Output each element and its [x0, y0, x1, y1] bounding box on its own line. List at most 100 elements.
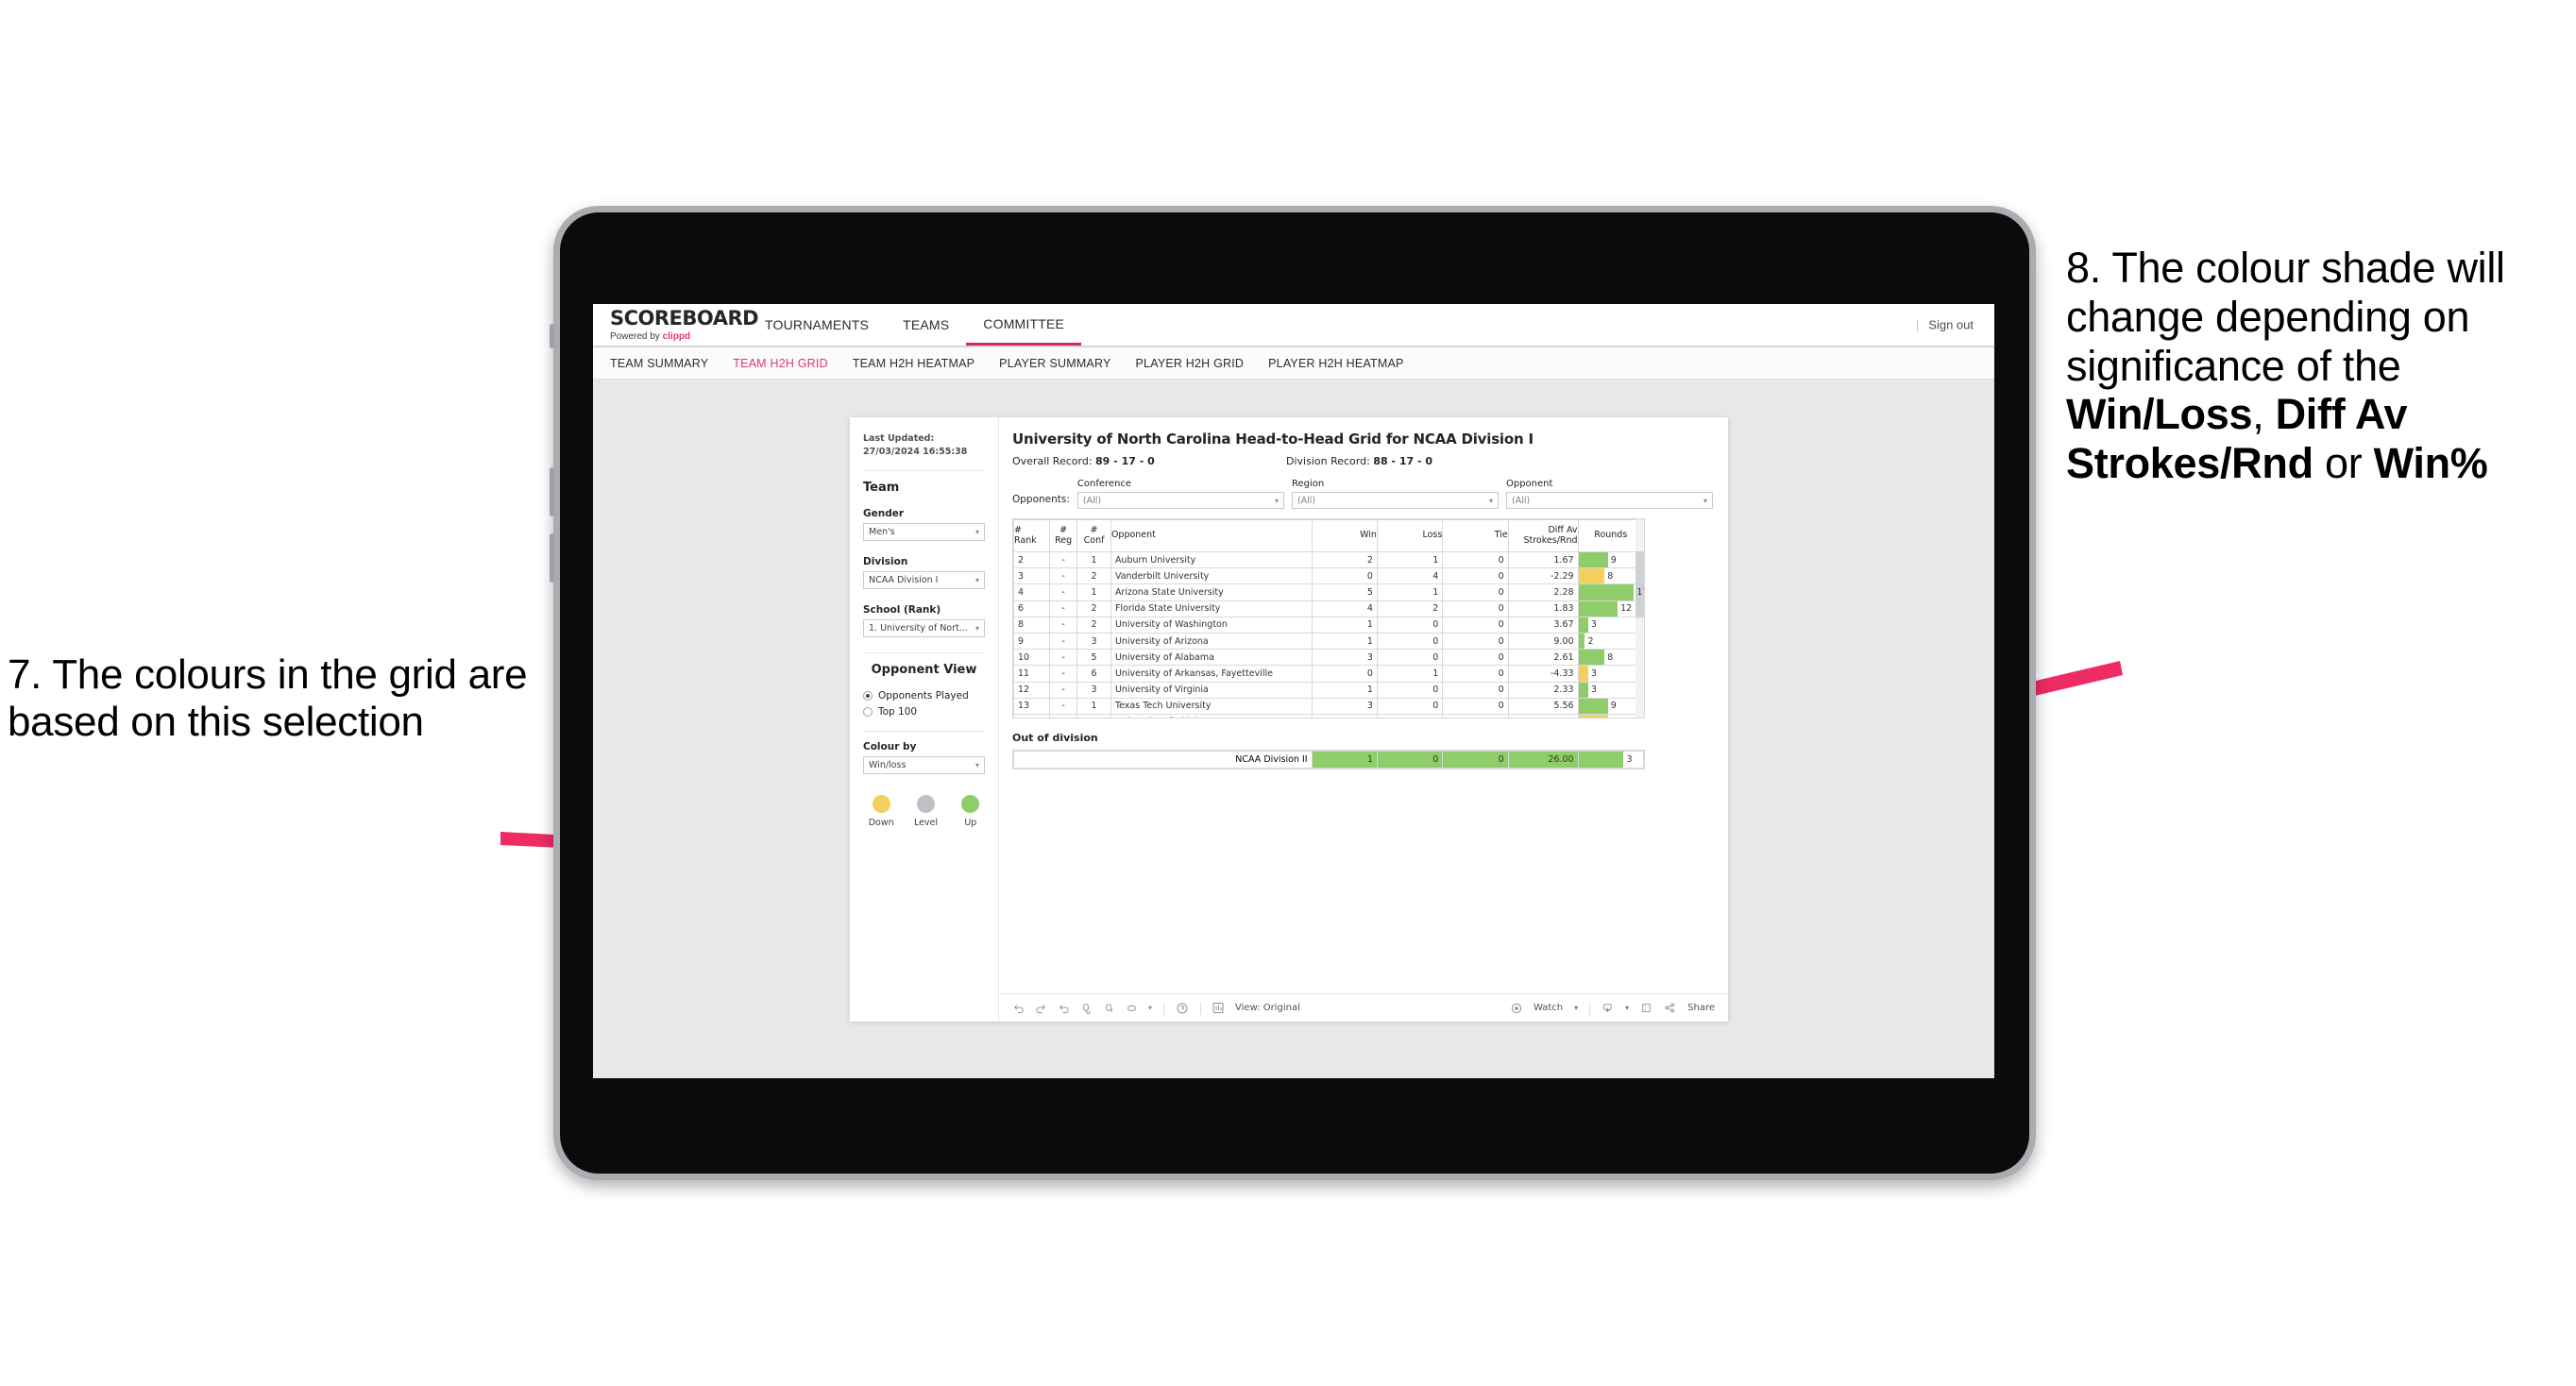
- legend-dot-level-icon: [916, 794, 935, 813]
- rounds-bar: [1578, 584, 1635, 600]
- subnav-item-team-h2h-heatmap[interactable]: TEAM H2H HEATMAP: [853, 357, 974, 370]
- division-record-value: 88 - 17 - 0: [1373, 455, 1433, 467]
- topnav-item-teams[interactable]: TEAMS: [886, 304, 966, 346]
- legend-dot-down-icon: [872, 794, 890, 813]
- dropdown-caret-icon[interactable]: ▾: [1148, 1004, 1152, 1012]
- view-icon[interactable]: [1212, 1002, 1224, 1014]
- subnav-item-team-h2h-grid[interactable]: TEAM H2H GRID: [733, 357, 828, 370]
- table-row[interactable]: 4-1Arizona State University5102.2817: [1013, 583, 1644, 601]
- share-label[interactable]: Share: [1687, 1003, 1715, 1013]
- cell-rounds: 8: [1577, 567, 1644, 585]
- table-row[interactable]: 11-6 University of Arkansas, Fayetteville…: [1013, 665, 1644, 683]
- watch-label[interactable]: Watch: [1534, 1003, 1563, 1013]
- toolbar-divider: [1589, 1001, 1591, 1015]
- cell-loss: 0: [1376, 616, 1444, 634]
- cell-conf: 1: [1076, 583, 1111, 601]
- rounds-bar: [1578, 600, 1618, 617]
- annotation-right-bold-winpct: Win%: [2373, 439, 2488, 487]
- rounds-bar-cell: 17: [1578, 584, 1644, 600]
- refresh-icon[interactable]: [1080, 1002, 1093, 1014]
- chevron-down-icon: ▾: [974, 527, 979, 536]
- cell-loss: 2: [1376, 600, 1444, 617]
- subnav-item-team-summary[interactable]: TEAM SUMMARY: [610, 357, 708, 370]
- subnav-item-player-h2h-heatmap[interactable]: PLAYER H2H HEATMAP: [1268, 357, 1403, 370]
- radio-opponents-played[interactable]: Opponents Played: [863, 690, 985, 701]
- table-scrollbar-thumb[interactable]: [1635, 551, 1644, 617]
- watch-caret-icon[interactable]: ▾: [1574, 1004, 1578, 1012]
- chevron-down-icon: ▾: [1488, 496, 1493, 505]
- topnav-item-tournaments[interactable]: TOURNAMENTS: [748, 304, 886, 346]
- main-panel: University of North Carolina Head-to-Hea…: [999, 417, 1728, 1022]
- chevron-down-icon: ▾: [1703, 496, 1708, 505]
- share-icon[interactable]: [1664, 1002, 1676, 1014]
- table-row[interactable]: 14-2University of Oklahoma120-1.009: [1013, 713, 1644, 718]
- rounds-bar-cell: 9: [1578, 552, 1643, 568]
- table-row[interactable]: 8-2 University of Washington 1 0 0 3.67 3: [1013, 616, 1644, 634]
- table-row[interactable]: 3-2 Vanderbilt University 0 4 0 -2.29 8: [1013, 567, 1644, 585]
- out-of-division-row[interactable]: NCAA Division II 1 0 0 26.00 3: [1013, 751, 1645, 769]
- table-row[interactable]: 10-5 University of Alabama 3 0 0 2.61 8: [1013, 649, 1644, 667]
- screenshot-stage: 7. The colours in the grid are based on …: [0, 0, 2576, 1386]
- rounds-bar-cell: 12: [1578, 600, 1643, 617]
- download-icon[interactable]: [1602, 1002, 1614, 1014]
- sign-out-area: | Sign out: [1916, 318, 1974, 332]
- radio-label-opponents-played: Opponents Played: [878, 689, 969, 701]
- rounds-value: 9: [1610, 554, 1617, 566]
- cell-diff-av-strokes: 1.67: [1507, 550, 1579, 569]
- topnav-item-committee[interactable]: COMMITTEE: [966, 304, 1082, 346]
- revert-icon[interactable]: [1058, 1002, 1070, 1014]
- colour-by-select[interactable]: Win/loss ▾: [863, 755, 985, 774]
- annotation-right-bold-winloss: Win/Loss: [2066, 390, 2253, 439]
- cell-rounds: 3: [1577, 616, 1644, 634]
- conference-filter-select[interactable]: (All) ▾: [1076, 492, 1284, 509]
- table-row[interactable]: 13-1 Texas Tech University 3 0 0 5.56 9: [1013, 697, 1644, 715]
- app-screen: SCOREBOARD Powered by clippd TOURNAMENTS…: [593, 304, 1994, 1078]
- region-filter-select[interactable]: (All) ▾: [1291, 492, 1499, 509]
- watch-icon[interactable]: [1511, 1003, 1522, 1014]
- radio-top-100[interactable]: Top 100: [863, 706, 985, 718]
- col-header-reg: # Reg: [1049, 519, 1078, 552]
- cell-diff-av-strokes: 2.61: [1507, 649, 1579, 667]
- undo-icon[interactable]: [1012, 1002, 1025, 1014]
- view-label[interactable]: View: Original: [1235, 1003, 1300, 1013]
- school-select[interactable]: 1. University of Nort... ▾: [863, 618, 985, 637]
- rounds-value: 9: [1610, 701, 1617, 712]
- download-caret-icon[interactable]: ▾: [1625, 1004, 1629, 1012]
- subnav-item-player-h2h-grid[interactable]: PLAYER H2H GRID: [1136, 357, 1245, 370]
- cell-out-opponent: NCAA Division II: [1013, 751, 1313, 769]
- division-select[interactable]: NCAA Division I ▾: [863, 570, 985, 589]
- table-row[interactable]: 6-2 Florida State University 4 2 0 1.83 12: [1013, 600, 1644, 617]
- cell-tie: 0: [1442, 600, 1509, 617]
- out-of-division-body: NCAA Division II 1 0 0 26.00 3: [1013, 751, 1645, 769]
- opponent-filter-select[interactable]: (All) ▾: [1505, 492, 1714, 509]
- fullscreen-icon[interactable]: [1640, 1002, 1652, 1014]
- brand-logo[interactable]: SCOREBOARD Powered by clippd: [593, 308, 759, 342]
- cell-tie: 0: [1442, 681, 1509, 699]
- cell-conf: 3: [1076, 681, 1111, 699]
- cell-conf: 2: [1076, 713, 1111, 718]
- chevron-down-icon: ▾: [974, 760, 979, 769]
- cell-tie: 0: [1442, 713, 1509, 718]
- gender-select[interactable]: Men's ▾: [863, 522, 985, 541]
- legend-item-level: Level: [911, 794, 940, 828]
- overall-record: Overall Record: 89 - 17 - 0: [1012, 455, 1286, 467]
- sign-out-link[interactable]: Sign out: [1928, 318, 1974, 332]
- rectangle-select-icon[interactable]: [1126, 1002, 1138, 1014]
- cell-win: 1: [1311, 616, 1378, 634]
- cell-diff-av-strokes: 3.67: [1507, 616, 1579, 634]
- cell-rounds: 12: [1577, 600, 1644, 617]
- redo-icon[interactable]: [1035, 1002, 1047, 1014]
- cell-conf: 2: [1076, 600, 1111, 617]
- table-row[interactable]: 12-3 University of Virginia 1 0 0 2.33 3: [1013, 681, 1644, 699]
- rounds-value: 12: [1620, 603, 1633, 615]
- help-icon[interactable]: [1176, 1002, 1189, 1015]
- subnav-item-player-summary[interactable]: PLAYER SUMMARY: [999, 357, 1110, 370]
- tableau-toolbar: ▾ View: Original Watch ▾ ▾ Share: [999, 993, 1728, 1022]
- table-scrollbar-track[interactable]: [1635, 519, 1644, 718]
- gender-label: Gender: [863, 507, 905, 519]
- table-row[interactable]: 9-3 University of Arizona 1 0 0 9.00 2: [1013, 632, 1644, 651]
- table-row[interactable]: 2-1 Auburn University 2 1 0 1.67 9: [1013, 550, 1644, 569]
- rounds-bar: [1578, 650, 1605, 666]
- pause-icon[interactable]: [1103, 1002, 1115, 1014]
- top-nav-items: TOURNAMENTS TEAMS COMMITTEE: [748, 304, 1082, 346]
